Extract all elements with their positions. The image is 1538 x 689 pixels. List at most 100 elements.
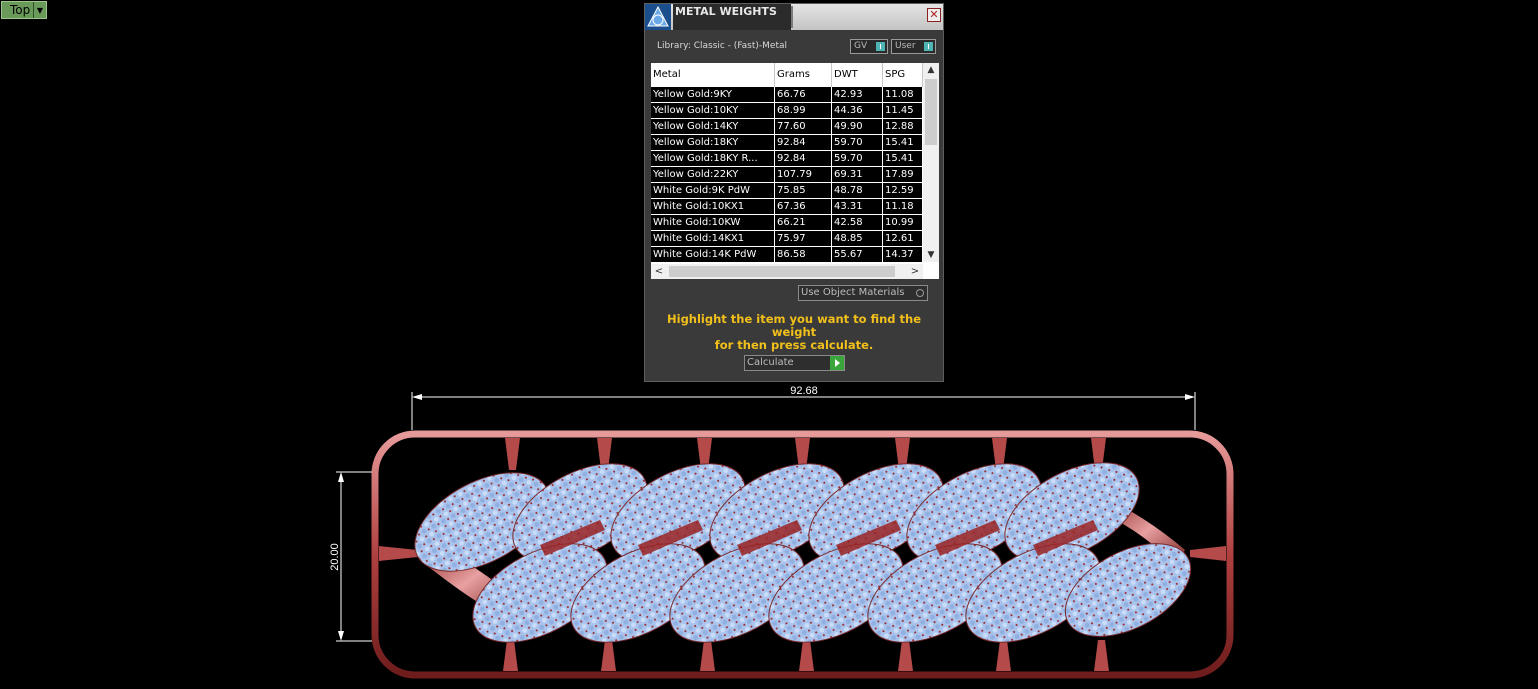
cell-grams: 75.85: [775, 183, 832, 198]
cell-dwt: 42.58: [832, 215, 883, 230]
table-body: Yellow Gold:9KY 66.76 42.93 11.08 Yellow Gol…: [651, 87, 923, 262]
horizontal-scrollbar[interactable]: < >: [651, 264, 923, 279]
cell-metal: White Gold:10KW: [651, 215, 775, 230]
table-row[interactable]: Yellow Gold:14KY 77.60 49.90 12.88: [651, 119, 923, 135]
table-row[interactable]: Yellow Gold:10KY 68.99 44.36 11.45: [651, 103, 923, 119]
user-toggle-label: User: [895, 41, 916, 51]
cell-dwt: 59.70: [832, 135, 883, 150]
cell-grams: 66.21: [775, 215, 832, 230]
instruction-line: Highlight the item you want to find the …: [667, 312, 921, 339]
cell-metal: Yellow Gold:10KY: [651, 103, 775, 118]
cell-spg: 15.41: [883, 151, 923, 166]
table-row[interactable]: White Gold:14K PdW 86.58 55.67 14.37: [651, 247, 923, 262]
title-divider: [791, 6, 793, 28]
play-arrow-icon: [830, 356, 844, 370]
scroll-right-icon[interactable]: >: [907, 264, 923, 279]
column-header-grams[interactable]: Grams: [775, 63, 832, 87]
toggle-switch-icon: [876, 42, 885, 51]
cell-metal: White Gold:10KX1: [651, 199, 775, 214]
chevron-down-icon[interactable]: ▼: [33, 2, 46, 18]
view-label: Top: [10, 3, 31, 17]
metal-weights-dialog: METAL WEIGHTS ✕ Library: Classic - (Fast…: [644, 3, 944, 382]
scroll-thumb[interactable]: [925, 79, 937, 145]
cell-dwt: 44.36: [832, 103, 883, 118]
table-row[interactable]: Yellow Gold:22KY 107.79 69.31 17.89: [651, 167, 923, 183]
use-object-materials-toggle[interactable]: Use Object Materials: [798, 285, 928, 301]
scroll-up-icon[interactable]: ▲: [923, 63, 939, 77]
cell-dwt: 42.93: [832, 87, 883, 102]
cell-grams: 67.36: [775, 199, 832, 214]
cell-metal: White Gold:9K PdW: [651, 183, 775, 198]
table-row[interactable]: White Gold:14KX1 75.97 48.85 12.61: [651, 231, 923, 247]
cell-spg: 15.41: [883, 135, 923, 150]
cell-spg: 14.37: [883, 247, 923, 262]
cuban-links: [414, 462, 1192, 643]
cell-metal: Yellow Gold:14KY: [651, 119, 775, 134]
gv-toggle[interactable]: GV: [850, 39, 888, 54]
cell-metal: Yellow Gold:22KY: [651, 167, 775, 182]
cell-metal: Yellow Gold:18KY: [651, 135, 775, 150]
instruction-line: for then press calculate.: [714, 338, 874, 352]
view-selector[interactable]: Top ▼: [1, 1, 47, 19]
cell-spg: 10.99: [883, 215, 923, 230]
dialog-titlebar[interactable]: METAL WEIGHTS ✕: [645, 4, 943, 30]
app-logo-icon: [645, 4, 671, 30]
cell-metal: Yellow Gold:18KY R...: [651, 151, 775, 166]
cell-grams: 68.99: [775, 103, 832, 118]
calculate-button[interactable]: Calculate: [744, 355, 845, 371]
scroll-down-icon[interactable]: ▼: [923, 248, 939, 262]
vertical-scrollbar[interactable]: ▲ ▼: [923, 63, 939, 262]
dialog-title: METAL WEIGHTS: [673, 4, 791, 30]
cell-grams: 92.84: [775, 135, 832, 150]
cell-grams: 107.79: [775, 167, 832, 182]
cell-grams: 86.58: [775, 247, 832, 262]
cell-spg: 17.89: [883, 167, 923, 182]
cell-grams: 66.76: [775, 87, 832, 102]
cell-dwt: 69.31: [832, 167, 883, 182]
use-object-materials-label: Use Object Materials: [801, 287, 905, 298]
cell-dwt: 48.85: [832, 231, 883, 246]
table-row[interactable]: Yellow Gold:18KY R... 92.84 59.70 15.41: [651, 151, 923, 167]
3d-viewport[interactable]: 92.68 20.00 Top ▼ METAL WEIGHTS ✕ Librar…: [0, 0, 1538, 689]
cell-metal: White Gold:14K PdW: [651, 247, 775, 262]
cell-metal: White Gold:14KX1: [651, 231, 775, 246]
cell-dwt: 48.78: [832, 183, 883, 198]
column-header-spg[interactable]: SPG: [883, 63, 923, 87]
height-dimension: [336, 471, 372, 642]
cell-metal: Yellow Gold:9KY: [651, 87, 775, 102]
close-icon[interactable]: ✕: [927, 8, 941, 22]
cell-dwt: 43.31: [832, 199, 883, 214]
cell-spg: 11.18: [883, 199, 923, 214]
toggle-switch-icon: [924, 42, 933, 51]
metal-grid: Metal Grams DWT SPG Yellow Gold:9KY 66.76…: [651, 63, 923, 262]
width-dimension-label: 92.68: [790, 385, 818, 397]
height-dimension-label: 20.00: [329, 543, 341, 571]
instruction-text: Highlight the item you want to find the …: [645, 313, 943, 352]
library-label: Library: Classic - (Fast)-Metal: [657, 41, 788, 51]
table-row[interactable]: White Gold:10KW 66.21 42.58 10.99: [651, 215, 923, 231]
scroll-thumb[interactable]: [669, 266, 895, 277]
column-header-dwt[interactable]: DWT: [832, 63, 883, 87]
table-header: Metal Grams DWT SPG: [651, 63, 923, 87]
cell-grams: 77.60: [775, 119, 832, 134]
table-row[interactable]: White Gold:9K PdW 75.85 48.78 12.59: [651, 183, 923, 199]
cell-spg: 12.59: [883, 183, 923, 198]
width-dimension: [411, 392, 1196, 430]
cell-dwt: 59.70: [832, 151, 883, 166]
calculate-label: Calculate: [747, 357, 794, 368]
cell-spg: 11.08: [883, 87, 923, 102]
cell-spg: 12.88: [883, 119, 923, 134]
gv-toggle-label: GV: [854, 41, 868, 51]
user-toggle[interactable]: User: [891, 39, 936, 54]
cell-dwt: 49.90: [832, 119, 883, 134]
table-row[interactable]: Yellow Gold:9KY 66.76 42.93 11.08: [651, 87, 923, 103]
cell-grams: 92.84: [775, 151, 832, 166]
scroll-left-icon[interactable]: <: [651, 264, 667, 279]
table-row[interactable]: White Gold:10KX1 67.36 43.31 11.18: [651, 199, 923, 215]
column-header-metal[interactable]: Metal: [651, 63, 775, 87]
radio-dot-icon: [916, 289, 924, 297]
cell-grams: 75.97: [775, 231, 832, 246]
metal-table[interactable]: Metal Grams DWT SPG Yellow Gold:9KY 66.76…: [651, 63, 939, 279]
table-row[interactable]: Yellow Gold:18KY 92.84 59.70 15.41: [651, 135, 923, 151]
cell-spg: 11.45: [883, 103, 923, 118]
